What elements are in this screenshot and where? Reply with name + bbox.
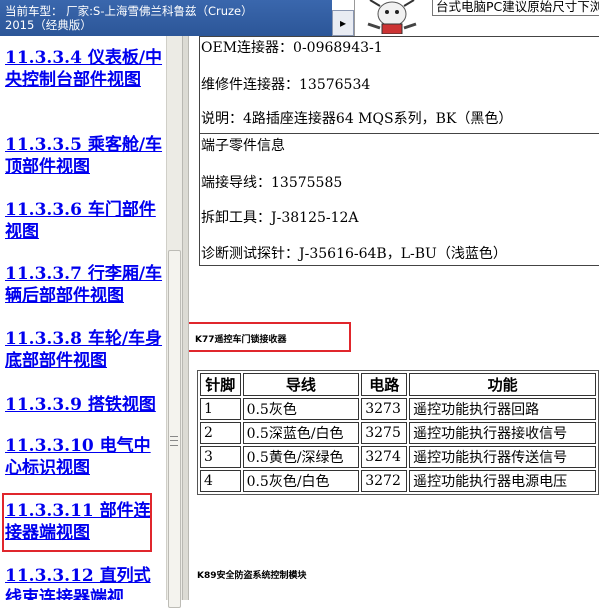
pane-splitter[interactable] — [182, 36, 189, 600]
function-cell: 遥控功能执行器接收信号 — [409, 422, 596, 444]
pin-cell: 2 — [200, 422, 241, 444]
header-wire: 导线 — [242, 373, 360, 396]
header-function: 功能 — [409, 373, 596, 396]
function-cell: 遥控功能执行器电源电压 — [409, 470, 596, 492]
header-pin: 针脚 — [200, 373, 241, 396]
function-cell: 遥控功能执行器传送信号 — [409, 446, 596, 468]
window-header: 当前车型： 厂家:S-上海雪佛兰科鲁兹（Cruze） 2015（经典版） — [0, 0, 332, 36]
scrollbar-thumb[interactable] — [168, 250, 181, 608]
wire-cell: 0.5黄色/深绿色 — [242, 446, 360, 468]
table-row: 3 0.5黄色/深绿色 3274 遥控功能执行器传送信号 — [200, 446, 596, 468]
sidebar-item-11-3-3-11[interactable]: 11.3.3.11 部件连接器端视图 — [5, 500, 163, 544]
connector-description-text: 说明：4路插座连接器64 MQS系列，BK（黑色） — [201, 111, 513, 127]
oem-connector-text: OEM连接器：0-0968943-1 — [201, 40, 383, 56]
sidebar-item-11-3-3-7[interactable]: 11.3.3.7 行李厢/车辆后部部件视图 — [5, 263, 163, 307]
function-cell: 遥控功能执行器回路 — [409, 398, 596, 420]
wire-cell: 0.5灰色 — [242, 398, 360, 420]
test-probe-text: 诊断测试探针：J-35616-64B，L-BU（浅蓝色） — [201, 246, 507, 262]
pin-cell: 4 — [200, 470, 241, 492]
header-circuit: 电路 — [361, 373, 408, 396]
current-model-year: 2015（经典版） — [5, 18, 92, 32]
usage-hint: 台式电脑PC建议原始尺寸下浏 — [432, 0, 599, 16]
sidebar-item-11-3-3-12[interactable]: 11.3.3.12 直列式线束连接器端视 — [5, 565, 163, 600]
release-tool-text: 拆卸工具：J-38125-12A — [201, 210, 359, 226]
table-row: 1 0.5灰色 3273 遥控功能执行器回路 — [200, 398, 596, 420]
pin-table: 针脚 导线 电路 功能 1 0.5灰色 3273 遥控功能执行器回路 2 0.5… — [197, 370, 599, 495]
sidebar-item-11-3-3-5[interactable]: 11.3.3.5 乘客舱/车顶部件视图 — [5, 134, 163, 178]
circuit-cell: 3272 — [361, 470, 408, 492]
table-row: 4 0.5灰色/白色 3272 遥控功能执行器电源电压 — [200, 470, 596, 492]
sidebar-item-11-3-3-4[interactable]: 11.3.3.4 仪表板/中央控制台部件视图 — [5, 47, 163, 91]
sidebar-scrollbar[interactable] — [166, 36, 182, 608]
sidebar: 11.3.3.4 仪表板/中央控制台部件视图 11.3.3.5 乘客舱/车顶部件… — [0, 36, 166, 600]
sidebar-item-11-3-3-6[interactable]: 11.3.3.6 车门部件视图 — [5, 199, 163, 243]
circuit-cell: 3273 — [361, 398, 408, 420]
pin-table-header: 针脚 导线 电路 功能 — [200, 373, 596, 396]
service-connector-text: 维修件连接器：13576534 — [201, 77, 371, 93]
scrollbar-grip-icon — [170, 436, 178, 446]
table-row: 2 0.5深蓝色/白色 3275 遥控功能执行器接收信号 — [200, 422, 596, 444]
wire-cell: 0.5灰色/白色 — [242, 470, 360, 492]
circuit-cell: 3275 — [361, 422, 408, 444]
section-title-k89: K89安全防盗系统控制模块 — [197, 571, 307, 581]
connector-info-box: OEM连接器：0-0968943-1 维修件连接器：13576534 说明：4路… — [199, 36, 599, 266]
circuit-cell: 3274 — [361, 446, 408, 468]
pin-cell: 1 — [200, 398, 241, 420]
wire-cell: 0.5深蓝色/白色 — [242, 422, 360, 444]
sidebar-item-11-3-3-8[interactable]: 11.3.3.8 车轮/车身底部部件视图 — [5, 328, 163, 372]
mascot-logo-icon — [367, 0, 417, 34]
sidebar-item-11-3-3-9[interactable]: 11.3.3.9 搭铁视图 — [5, 394, 163, 416]
nav-arrow-button[interactable]: ▸ — [332, 10, 354, 36]
current-model-label: 当前车型： 厂家:S-上海雪佛兰科鲁兹（Cruze） — [5, 4, 253, 18]
main-content: OEM连接器：0-0968943-1 维修件连接器：13576534 说明：4路… — [189, 36, 599, 600]
info-separator — [200, 133, 599, 134]
terminal-info-heading: 端子零件信息 — [201, 138, 285, 154]
pin-cell: 3 — [200, 446, 241, 468]
sidebar-item-11-3-3-10[interactable]: 11.3.3.10 电气中心标识视图 — [5, 435, 163, 479]
terminal-wire-text: 端接导线：13575585 — [201, 175, 343, 191]
section-title-k77: K77遥控车门锁接收器 — [195, 335, 287, 345]
